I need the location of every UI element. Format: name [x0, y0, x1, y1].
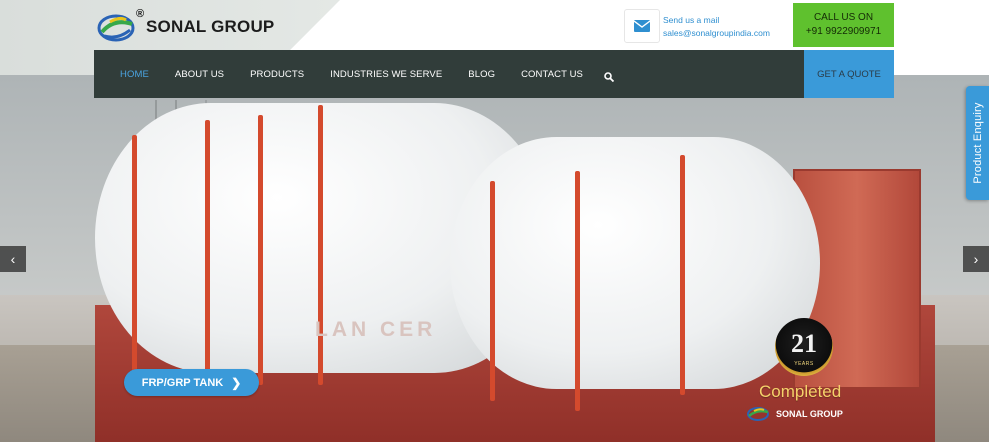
cta-label: FRP/GRP TANK — [141, 376, 224, 389]
sonal-logo-icon: ® — [96, 8, 144, 44]
call-label: CALL US ON — [813, 12, 874, 23]
badge-logo: SONAL GROUP — [746, 406, 843, 422]
badge-years-number: 21 — [791, 329, 817, 358]
tank-strap — [318, 105, 323, 385]
chevron-right-icon: ❯ — [231, 375, 242, 390]
nav-about-us[interactable]: ABOUT US — [175, 69, 224, 80]
nav-blog[interactable]: BLOG — [468, 69, 495, 80]
mail-label: Send us a mail — [663, 15, 720, 25]
site-logo[interactable]: ® SONAL GROUP — [96, 8, 274, 46]
call-us-button[interactable]: CALL US ON +91 9922909971 — [793, 3, 894, 47]
nav-home[interactable]: HOME — [120, 69, 149, 80]
slider-prev-button[interactable]: ‹ — [0, 246, 26, 272]
mail-contact[interactable]: Send us a mail sales@sonalgroupindia.com — [663, 14, 770, 40]
frp-grp-tank-button[interactable]: FRP/GRP TANK ❯ — [124, 369, 259, 396]
slider-next-button[interactable]: › — [963, 246, 989, 272]
trailer-lettering: LAN CER — [315, 318, 437, 341]
nav-products[interactable]: PRODUCTS — [250, 69, 304, 80]
mail-address-link[interactable]: sales@sonalgroupindia.com — [663, 27, 770, 40]
tank-strap — [258, 115, 263, 385]
badge-years-label: YEARS — [794, 361, 814, 367]
tank-strap — [575, 171, 580, 411]
envelope-icon — [634, 20, 650, 32]
search-icon[interactable] — [604, 69, 615, 83]
get-a-quote-button[interactable]: GET A QUOTE — [804, 50, 894, 98]
chevron-left-icon: ‹ — [10, 251, 16, 267]
badge-completed-text: Completed — [759, 382, 842, 401]
logo-text: SONAL GROUP — [146, 17, 275, 36]
registered-mark: ® — [136, 8, 145, 20]
badge-logo-text: SONAL GROUP — [776, 409, 843, 419]
call-number: +91 9922909971 — [805, 26, 882, 37]
tank-strap — [680, 155, 685, 395]
product-enquiry-label[interactable]: Product Enquiry — [966, 86, 989, 200]
tank-strap — [205, 120, 210, 390]
sonal-logo-icon — [747, 407, 769, 421]
mail-icon-box[interactable] — [624, 9, 660, 43]
anniversary-badge: 21 YEARS Completed SONAL GROUP — [742, 318, 862, 442]
tank-strap — [490, 181, 495, 401]
tank-strap — [132, 135, 137, 385]
chevron-right-icon: › — [973, 251, 979, 267]
nav-contact-us[interactable]: CONTACT US — [521, 69, 583, 80]
nav-industries[interactable]: INDUSTRIES WE SERVE — [330, 69, 442, 80]
main-navigation: HOME ABOUT US PRODUCTS INDUSTRIES WE SER… — [94, 50, 894, 98]
